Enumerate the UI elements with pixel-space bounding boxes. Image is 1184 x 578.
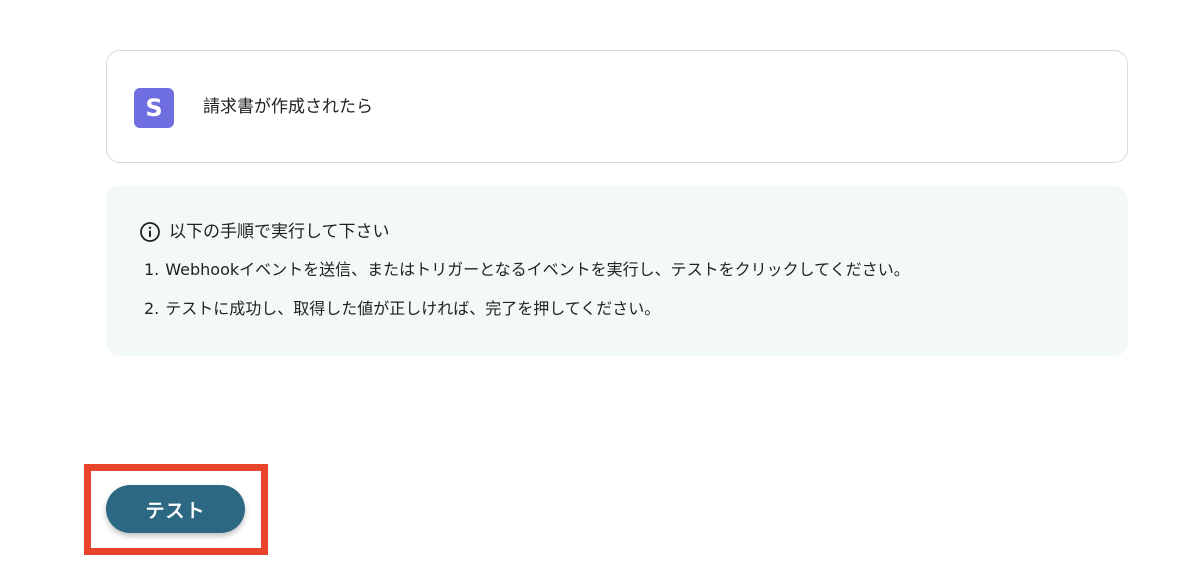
test-button[interactable]: テスト xyxy=(106,485,245,533)
trigger-title: 請求書が作成されたら xyxy=(203,97,373,117)
instructions-header: 以下の手順で実行して下さい xyxy=(139,220,390,244)
step-text: テストに成功し、取得した値が正しければ、完了を押してください。 xyxy=(165,299,661,318)
instruction-step: 2. テストに成功し、取得した値が正しければ、完了を押してください。 xyxy=(144,297,910,321)
instructions-box: 以下の手順で実行して下さい 1. Webhookイベントを送信、またはトリガーとな… xyxy=(106,186,1128,356)
step-text: Webhookイベントを送信、またはトリガーとなるイベントを実行し、テストをクリ… xyxy=(165,260,910,279)
instructions-title: 以下の手順で実行して下さい xyxy=(169,222,390,242)
instruction-step: 1. Webhookイベントを送信、またはトリガーとなるイベントを実行し、テストを… xyxy=(144,258,910,282)
info-circle-icon xyxy=(140,222,160,242)
trigger-card: S 請求書が作成されたら xyxy=(106,50,1128,163)
step-number: 2. xyxy=(144,299,160,318)
stripe-app-icon: S xyxy=(134,88,174,128)
instructions-steps: 1. Webhookイベントを送信、またはトリガーとなるイベントを実行し、テストを… xyxy=(144,258,910,336)
step-number: 1. xyxy=(144,260,160,279)
